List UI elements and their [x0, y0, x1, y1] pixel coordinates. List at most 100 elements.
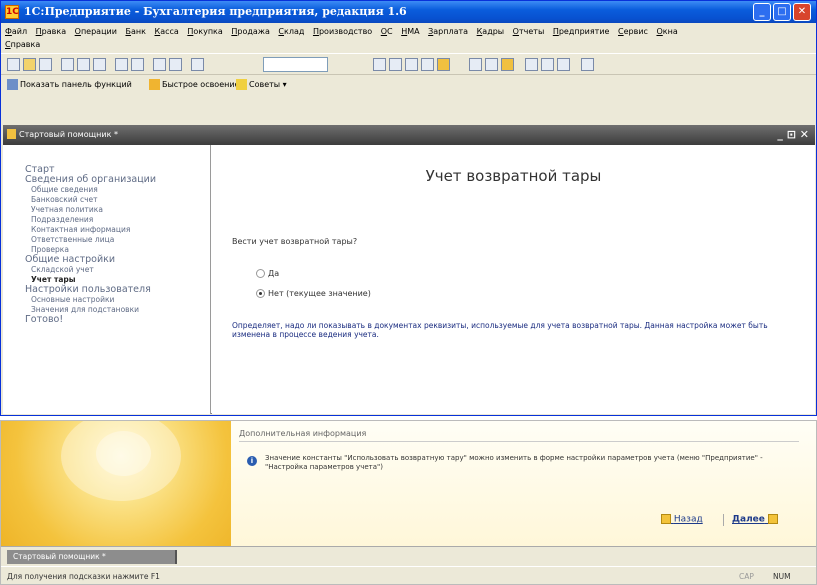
- nav-item-bank-account[interactable]: Банковский счет: [25, 195, 210, 205]
- calendar-icon[interactable]: [485, 58, 498, 71]
- radio-no-dot[interactable]: [256, 289, 265, 298]
- new-icon[interactable]: [7, 58, 20, 71]
- show-panel-button[interactable]: Показать панель функций: [7, 79, 132, 90]
- quick-start-button[interactable]: Быстрое освоение: [149, 79, 239, 90]
- nav-separator: [723, 514, 724, 526]
- minimize-button[interactable]: _: [753, 3, 771, 21]
- nav-item-general-info[interactable]: Общие сведения: [25, 185, 210, 195]
- assistant-icon: [7, 129, 16, 139]
- menu-service[interactable]: Сервис: [618, 25, 648, 38]
- nav-item-warehouse-accounting[interactable]: Складской учет: [25, 265, 210, 275]
- close-button[interactable]: ✕: [793, 3, 811, 21]
- copy-icon[interactable]: [77, 58, 90, 71]
- child-window-title: Стартовый помощник *: [19, 130, 118, 139]
- nav-item-contact-info[interactable]: Контактная информация: [25, 225, 210, 235]
- num-indicator: NUM: [773, 572, 791, 581]
- nav-item-main-settings[interactable]: Основные настройки: [25, 295, 210, 305]
- menu-warehouse[interactable]: Склад: [278, 25, 304, 38]
- child-title-bar[interactable]: Стартовый помощник * _ ⊡ ✕: [3, 125, 815, 145]
- menu-salary[interactable]: Зарплата: [428, 25, 468, 38]
- status-bar: Для получения подсказки нажмите F1 CAP N…: [1, 566, 816, 584]
- step-nav-panel: Старт Сведения об организации Общие свед…: [3, 145, 211, 414]
- menu-file[interactable]: Файл: [5, 25, 27, 38]
- question-label: Вести учет возвратной тары?: [232, 237, 358, 246]
- menu-intangibles[interactable]: НМА: [401, 25, 419, 38]
- menu-production[interactable]: Производство: [313, 25, 372, 38]
- next-button-label: Далее: [732, 514, 765, 525]
- search-combo[interactable]: [263, 57, 328, 72]
- radio-yes-dot[interactable]: [256, 269, 265, 278]
- back-arrow-icon: [661, 514, 671, 524]
- menu-purchase[interactable]: Покупка: [187, 25, 222, 38]
- menu-sales[interactable]: Продажа: [231, 25, 270, 38]
- favorites-icon[interactable]: [437, 58, 450, 71]
- next-arrow-icon: [768, 514, 779, 524]
- decorative-art: [1, 421, 231, 546]
- open-icon[interactable]: [23, 58, 36, 71]
- back-button[interactable]: Назад: [661, 514, 703, 525]
- undo-icon[interactable]: [153, 58, 166, 71]
- radio-no[interactable]: Нет (текущее значение): [256, 289, 371, 298]
- preview-icon[interactable]: [131, 58, 144, 71]
- nav-item-user-settings[interactable]: Настройки пользователя: [25, 285, 210, 295]
- bookmark-icon[interactable]: [421, 58, 434, 71]
- menu-cash[interactable]: Касса: [155, 25, 179, 38]
- font-size-down-icon[interactable]: [557, 58, 570, 71]
- setting-description: Определяет, надо ли показывать в докумен…: [232, 321, 768, 339]
- bottom-info-panel: Дополнительная информация i Значение кон…: [0, 420, 817, 585]
- find-icon[interactable]: [191, 58, 204, 71]
- info-divider: [239, 441, 799, 442]
- save-icon[interactable]: [39, 58, 52, 71]
- page-title: Учет возвратной тары: [425, 167, 602, 185]
- menu-bank[interactable]: Банк: [125, 25, 145, 38]
- wizard-nav: Назад Далее: [231, 514, 816, 534]
- print-icon[interactable]: [115, 58, 128, 71]
- child-window-controls[interactable]: _ ⊡ ✕: [777, 128, 809, 141]
- show-panel-label: Показать панель функций: [20, 80, 132, 89]
- redo-icon[interactable]: [169, 58, 182, 71]
- panel-icon: [7, 79, 18, 90]
- search-icon[interactable]: [373, 58, 386, 71]
- font-size-icon[interactable]: [525, 58, 538, 71]
- window-taskbar: Стартовый помощник *: [1, 546, 816, 566]
- menu-reports[interactable]: Отчеты: [513, 25, 545, 38]
- nav-item-responsible-persons[interactable]: Ответственные лица: [25, 235, 210, 245]
- menu-windows[interactable]: Окна: [656, 25, 677, 38]
- tips-button[interactable]: Советы ▾: [236, 79, 287, 90]
- calculator-icon[interactable]: [469, 58, 482, 71]
- menu-help[interactable]: Справка: [5, 38, 40, 51]
- radio-yes-label: Да: [268, 269, 280, 278]
- nav-item-general-settings[interactable]: Общие настройки: [25, 255, 210, 265]
- menu-fixed-assets[interactable]: ОС: [381, 25, 393, 38]
- menu-enterprise[interactable]: Предприятие: [553, 25, 610, 38]
- menu-edit[interactable]: Правка: [36, 25, 66, 38]
- cut-icon[interactable]: [61, 58, 74, 71]
- info-text: Значение константы "Использовать возврат…: [265, 454, 763, 471]
- nav-item-done[interactable]: Готово!: [25, 315, 210, 325]
- lamp-icon[interactable]: [501, 58, 514, 71]
- radio-no-label: Нет (текущее значение): [268, 289, 371, 298]
- standard-toolbar: [1, 53, 816, 75]
- back-button-label: Назад: [673, 514, 703, 525]
- info-icon: i: [247, 456, 257, 466]
- menu-personnel[interactable]: Кадры: [477, 25, 505, 38]
- font-size-up-icon[interactable]: [541, 58, 554, 71]
- tips-label: Советы: [249, 80, 281, 89]
- radio-yes[interactable]: Да: [256, 269, 279, 278]
- nav-item-departments[interactable]: Подразделения: [25, 215, 210, 225]
- nav-item-org-info[interactable]: Сведения об организации: [25, 175, 210, 185]
- nav-item-accounting-policy[interactable]: Учетная политика: [25, 205, 210, 215]
- taskbar-tab-assistant[interactable]: Стартовый помощник *: [7, 550, 177, 564]
- title-bar[interactable]: 1С 1С:Предприятие - Бухгалтерия предприя…: [1, 1, 816, 23]
- maximize-button[interactable]: □: [773, 3, 791, 21]
- info-content: Дополнительная информация i Значение кон…: [231, 421, 816, 546]
- paste-icon[interactable]: [93, 58, 106, 71]
- next-button[interactable]: Далее: [732, 514, 779, 525]
- window-title: 1С:Предприятие - Бухгалтерия предприятия…: [24, 5, 407, 18]
- menu-operations[interactable]: Операции: [75, 25, 117, 38]
- search-next-icon[interactable]: [389, 58, 402, 71]
- quick-start-label: Быстрое освоение: [162, 80, 240, 89]
- settings-icon[interactable]: [581, 58, 594, 71]
- search-prev-icon[interactable]: [405, 58, 418, 71]
- status-text: Для получения подсказки нажмите F1: [7, 572, 160, 581]
